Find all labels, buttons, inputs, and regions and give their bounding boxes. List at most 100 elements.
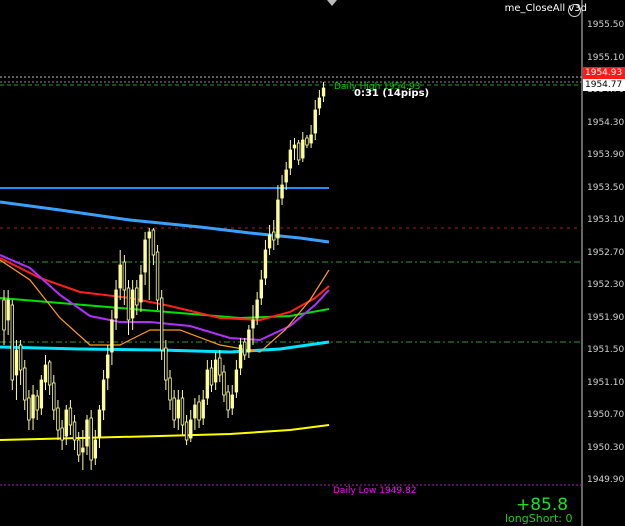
candle-body	[164, 347, 168, 381]
candle-body	[226, 391, 230, 411]
candle-body	[2, 299, 6, 331]
candle-body	[255, 299, 259, 319]
moving-average-red	[0, 257, 330, 322]
price-axis-label: 1949.90	[587, 475, 625, 485]
candle-body	[106, 354, 110, 379]
candle-body	[292, 144, 297, 149]
price-axis-label: 1950.70	[587, 410, 625, 420]
spread-label: 0:31 (14pips)	[354, 88, 430, 99]
trading-chart-window: me_CloseAll v3d Daily High 1954.93 0:31 …	[0, 0, 625, 526]
candle-body	[43, 364, 48, 383]
candle-body	[101, 379, 106, 411]
moving-average-purple	[0, 254, 330, 342]
price-axis-label: 1953.10	[587, 215, 625, 225]
candle-body	[267, 234, 272, 249]
candle-body	[251, 319, 255, 329]
candle-body	[189, 419, 193, 439]
chart-shift-icon	[327, 0, 337, 6]
candle-body	[168, 377, 172, 401]
candle-body	[139, 274, 143, 303]
candle-body	[176, 399, 180, 419]
candle-body	[313, 109, 317, 134]
candle-body	[259, 279, 263, 299]
price-axis-label: 1951.10	[587, 377, 625, 388]
candle-body	[47, 361, 52, 386]
candle-body	[272, 231, 276, 241]
candle-body	[263, 249, 268, 279]
price-axis-label: 1953.90	[587, 150, 625, 160]
candle-body	[60, 427, 64, 441]
candle-body	[155, 251, 160, 301]
candle-body	[184, 421, 189, 441]
candle-body	[172, 397, 176, 421]
candle-body	[230, 394, 234, 409]
price-axis-label: 1952.30	[587, 280, 625, 290]
ask-price-tag: 1954.77	[583, 79, 625, 91]
candle-body	[301, 139, 305, 159]
moving-average-blue	[0, 200, 330, 244]
candle-body	[247, 329, 251, 353]
candle-body	[110, 319, 114, 353]
candle-body	[31, 394, 35, 419]
expert-advisor-title: me_CloseAll v3d	[504, 3, 587, 14]
candle-body	[242, 341, 247, 356]
candle-body	[81, 447, 85, 453]
long-short-status: longShort: 0	[505, 512, 573, 525]
candle-body	[97, 409, 102, 438]
candle-body	[205, 369, 210, 399]
moving-average-yellow	[0, 424, 330, 441]
candle-body	[89, 417, 93, 461]
candle-body	[309, 134, 313, 144]
candle-body	[147, 231, 151, 239]
candle-body	[296, 142, 301, 161]
candle-body	[238, 344, 243, 369]
candle-body	[68, 407, 73, 426]
price-axis-label: 1955.10	[587, 52, 625, 63]
candle-body	[222, 371, 226, 396]
price-axis-label: 1953.50	[587, 182, 625, 193]
price-axis-label: 1951.90	[587, 312, 625, 323]
candle-body	[130, 289, 135, 319]
candle-body	[52, 382, 56, 411]
price-axis-label: 1950.30	[587, 442, 625, 453]
candle-body	[159, 297, 164, 351]
candle-body	[218, 357, 222, 376]
candle-body	[56, 407, 60, 431]
price-axis-label: 1951.50	[587, 345, 625, 355]
candle-body	[27, 397, 31, 421]
candle-body	[114, 289, 118, 319]
candle-body	[193, 404, 197, 419]
candle-body	[6, 299, 10, 321]
candle-body	[234, 369, 239, 393]
candle-body	[39, 379, 44, 409]
candle-body	[23, 367, 27, 401]
candle-body	[135, 287, 139, 306]
candle-body	[126, 287, 131, 321]
candle-body	[280, 184, 284, 199]
candle-body	[201, 399, 205, 419]
price-axis-label: 1955.50	[587, 20, 625, 30]
candle-body	[85, 419, 89, 447]
candle-body	[305, 137, 309, 146]
candle-body	[151, 229, 156, 256]
candle-body	[284, 169, 288, 183]
candle-body	[72, 421, 77, 441]
candle-body	[35, 395, 39, 411]
price-chart[interactable]	[0, 0, 583, 526]
candle-body	[276, 199, 280, 239]
candle-body	[122, 261, 127, 291]
candle-body	[10, 304, 14, 381]
bid-price-tag: 1954.93	[583, 67, 625, 79]
candle-body	[213, 359, 218, 383]
candle-body	[14, 349, 19, 376]
daily-low-label: Daily Low 1949.82	[333, 486, 417, 496]
candle-body	[143, 239, 147, 273]
candle-body	[288, 149, 293, 169]
candle-body	[18, 344, 23, 371]
candle-body	[321, 87, 326, 97]
candle-body	[209, 367, 214, 386]
candle-body	[64, 409, 68, 437]
moving-average-orange	[0, 259, 330, 353]
price-axis-label: 1952.70	[587, 247, 625, 258]
price-axis-label: 1954.30	[587, 117, 625, 128]
